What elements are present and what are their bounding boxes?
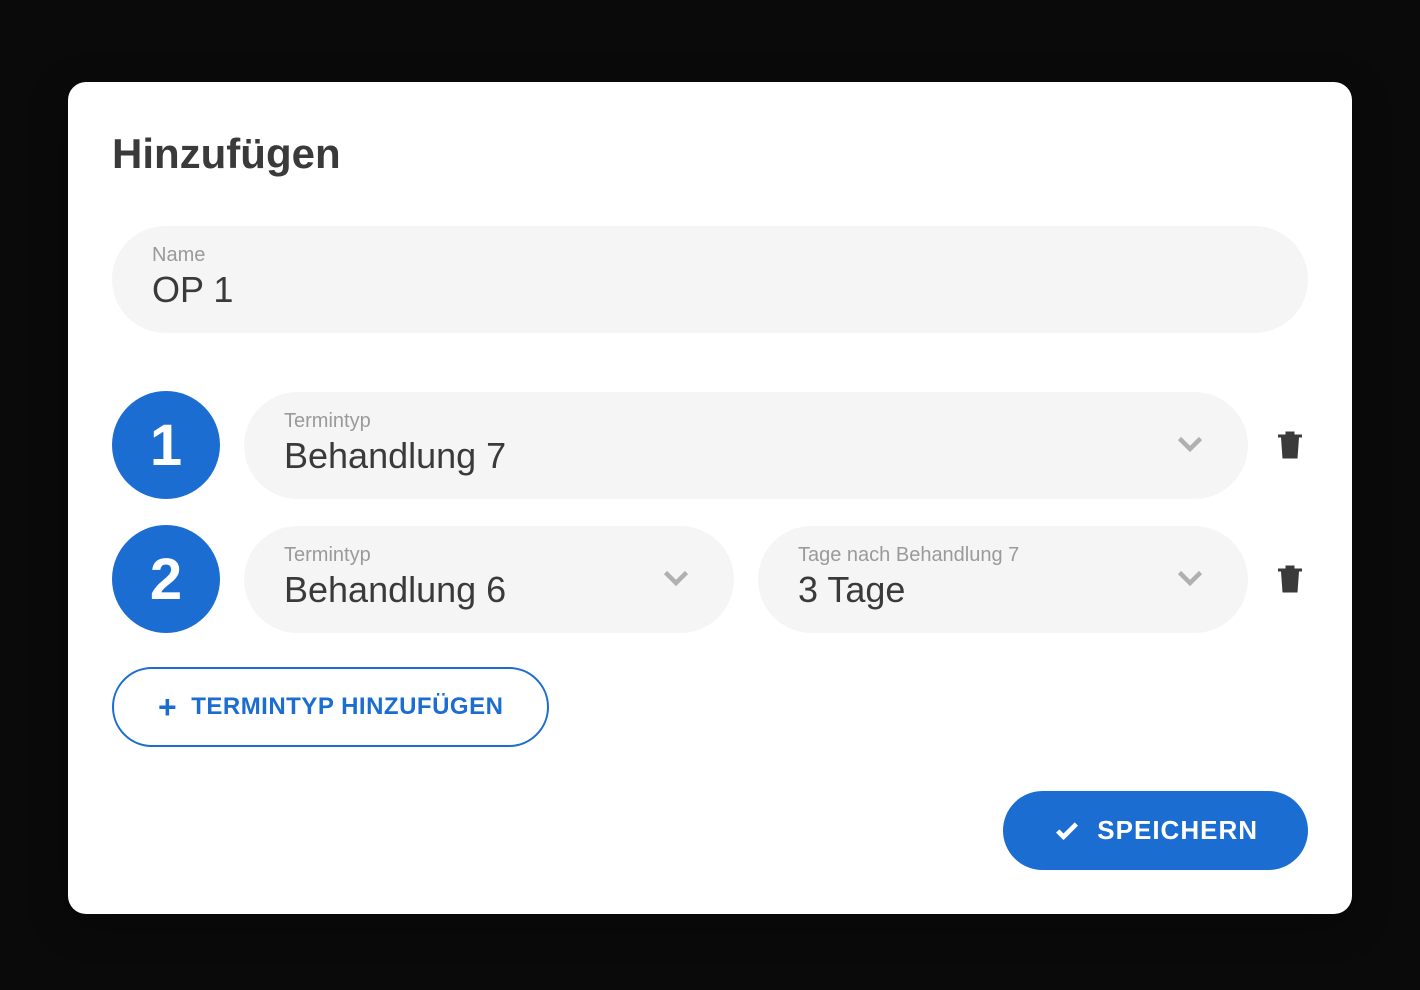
name-input-label: Name — [152, 244, 1268, 267]
chevron-down-icon — [658, 559, 694, 595]
save-button[interactable]: SPEICHERN — [1003, 791, 1308, 870]
add-modal: Hinzufügen Name OP 1 1 Termintyp Behandl… — [68, 82, 1352, 914]
modal-title: Hinzufügen — [112, 130, 1308, 178]
step-2-selects: Termintyp Behandlung 6 Tage nach Behandl… — [244, 526, 1248, 633]
step-row-2: 2 Termintyp Behandlung 6 Tage nach Behan… — [112, 525, 1308, 633]
chevron-down-icon — [1172, 559, 1208, 595]
step-1-selects: Termintyp Behandlung 7 — [244, 392, 1248, 499]
add-termintyp-label: TERMINTYP HINZUFÜGEN — [191, 693, 503, 721]
modal-footer: SPEICHERN — [112, 791, 1308, 870]
trash-icon — [1272, 425, 1308, 465]
trash-icon — [1272, 559, 1308, 599]
delete-step-1-button[interactable] — [1272, 425, 1308, 465]
step-row-1: 1 Termintyp Behandlung 7 — [112, 391, 1308, 499]
plus-icon: + — [158, 691, 177, 723]
termintyp-label-1: Termintyp — [284, 410, 506, 433]
step-badge-2: 2 — [112, 525, 220, 633]
termintyp-select-1[interactable]: Termintyp Behandlung 7 — [244, 392, 1248, 499]
chevron-down-icon — [1172, 425, 1208, 461]
termintyp-select-2[interactable]: Termintyp Behandlung 6 — [244, 526, 734, 633]
days-after-select-2[interactable]: Tage nach Behandlung 7 3 Tage — [758, 526, 1248, 633]
days-after-label-2: Tage nach Behandlung 7 — [798, 544, 1019, 567]
termintyp-value-2: Behandlung 6 — [284, 569, 506, 611]
days-after-value-2: 3 Tage — [798, 569, 1019, 611]
termintyp-value-1: Behandlung 7 — [284, 435, 506, 477]
delete-step-2-button[interactable] — [1272, 559, 1308, 599]
termintyp-label-2: Termintyp — [284, 544, 506, 567]
save-button-label: SPEICHERN — [1097, 815, 1258, 846]
step-badge-1: 1 — [112, 391, 220, 499]
check-icon — [1053, 817, 1081, 845]
name-input[interactable]: Name OP 1 — [112, 226, 1308, 333]
add-termintyp-button[interactable]: + TERMINTYP HINZUFÜGEN — [112, 667, 549, 747]
name-input-value: OP 1 — [152, 269, 1268, 311]
